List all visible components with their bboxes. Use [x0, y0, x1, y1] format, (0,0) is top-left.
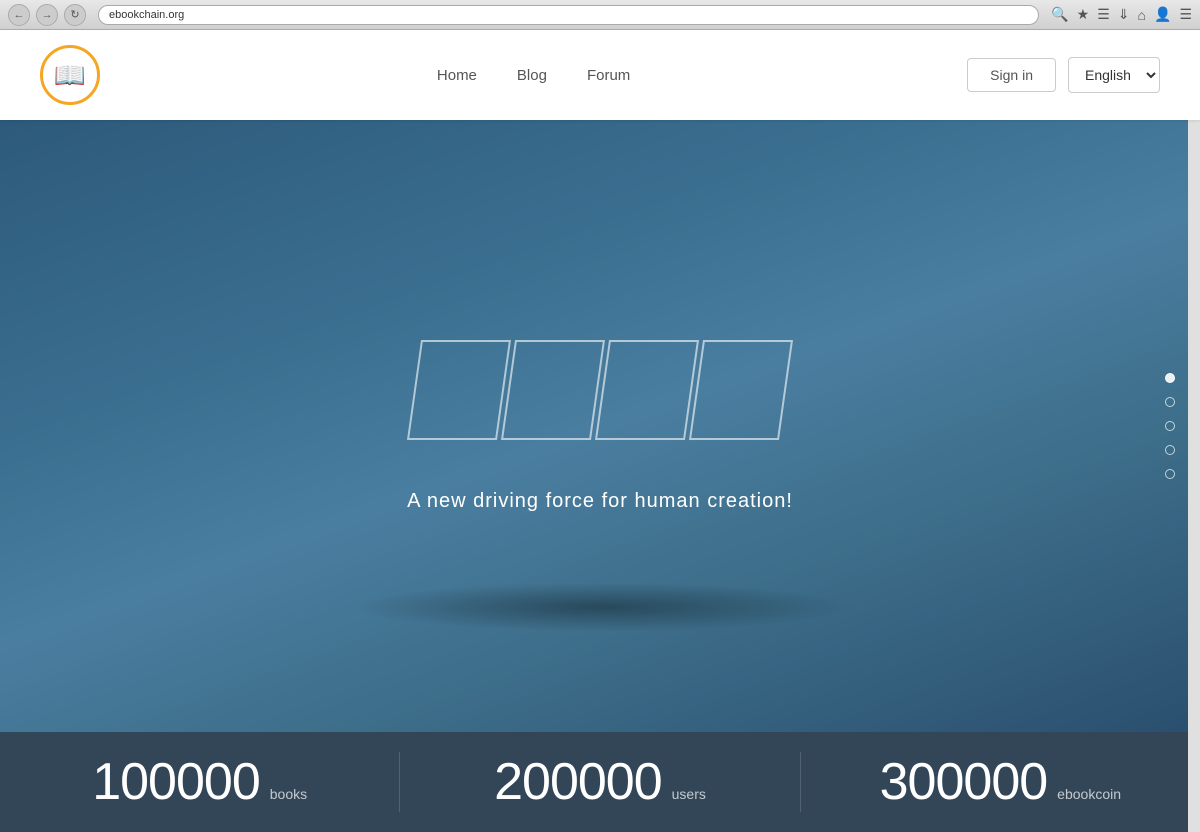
search-icon[interactable]: 🔍	[1051, 6, 1068, 23]
forward-button[interactable]: →	[36, 4, 58, 26]
logo-book-icon: 📖	[54, 60, 86, 91]
stats-bar: 100000 books 200000 users 300000 EBOOKCO…	[0, 732, 1200, 832]
browser-actions: 🔍 ★ ☰ ⇓ ⌂ 👤 ☰	[1051, 6, 1192, 23]
address-text: ebookchain.org	[109, 9, 184, 21]
reader-icon[interactable]: ☰	[1097, 6, 1110, 23]
stat-users-number: 200000	[494, 752, 662, 812]
hero-letter-b: B	[407, 340, 511, 440]
hero-logo-letters: B O O K	[414, 340, 786, 440]
browser-controls: ← → ↻ ebookchain.org 🔍 ★ ☰ ⇓ ⌂ 👤 ☰	[8, 4, 1192, 26]
stat-ebookcoin-number: 300000	[880, 752, 1048, 812]
browser-chrome: ← → ↻ ebookchain.org 🔍 ★ ☰ ⇓ ⌂ 👤 ☰	[0, 0, 1200, 30]
reload-button[interactable]: ↻	[64, 4, 86, 26]
dot-1[interactable]	[1165, 373, 1175, 383]
hero-letter-o2: O	[595, 340, 699, 440]
dot-5[interactable]	[1165, 469, 1175, 479]
back-button[interactable]: ←	[8, 4, 30, 26]
language-select[interactable]: English 中文	[1068, 57, 1160, 93]
scrollbar[interactable]	[1188, 30, 1200, 832]
stat-users-label: users	[672, 786, 706, 802]
stat-ebookcoin: 300000 EBOOKCOIN	[801, 752, 1200, 812]
stat-books: 100000 books	[0, 752, 400, 812]
nav-right: Sign in English 中文	[967, 57, 1160, 93]
hero-subtitle: A new driving force for human creation!	[407, 490, 793, 513]
menu-icon[interactable]: ☰	[1179, 6, 1192, 23]
hero-section: B O O K A new driving force for human cr…	[0, 120, 1200, 732]
hero-reflection	[350, 582, 850, 632]
stat-books-label: books	[270, 786, 307, 802]
home-icon[interactable]: ⌂	[1138, 7, 1146, 23]
address-bar[interactable]: ebookchain.org	[98, 5, 1039, 25]
hero-letter-o1: O	[501, 340, 605, 440]
nav-forum[interactable]: Forum	[587, 67, 630, 84]
signin-button[interactable]: Sign in	[967, 58, 1056, 92]
nav-blog[interactable]: Blog	[517, 67, 547, 84]
nav-home[interactable]: Home	[437, 67, 477, 84]
navbar: 📖 Home Blog Forum Sign in English 中文	[0, 30, 1200, 120]
stat-books-number: 100000	[92, 752, 260, 812]
logo-circle: 📖	[40, 45, 100, 105]
user-icon[interactable]: 👤	[1154, 6, 1171, 23]
stat-users: 200000 users	[400, 752, 800, 812]
logo-container[interactable]: 📖	[40, 45, 100, 105]
download-icon[interactable]: ⇓	[1118, 6, 1130, 23]
bookmark-icon[interactable]: ★	[1077, 6, 1090, 23]
dot-2[interactable]	[1165, 397, 1175, 407]
nav-links: Home Blog Forum	[437, 67, 630, 84]
hero-letter-k: K	[689, 340, 793, 440]
dot-3[interactable]	[1165, 421, 1175, 431]
side-dots	[1165, 373, 1175, 479]
dot-4[interactable]	[1165, 445, 1175, 455]
stat-ebookcoin-label: EBOOKCOIN	[1057, 786, 1121, 802]
